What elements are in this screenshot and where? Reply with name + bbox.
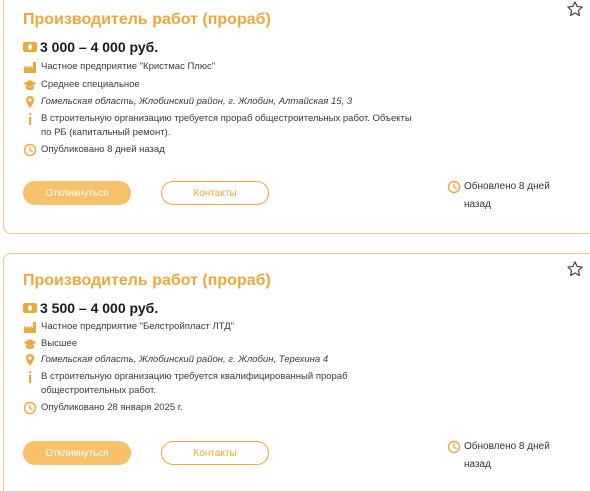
company-name: Частное предприятие "Белстройпласт ЛТД" xyxy=(41,321,235,332)
contacts-button[interactable]: Контакты xyxy=(161,441,269,465)
education-row: Высшее xyxy=(23,337,77,351)
money-icon xyxy=(23,42,37,52)
salary: 3 000 – 4 000 руб. xyxy=(23,39,158,55)
published-date: Опубликовано 28 января 2025 г. xyxy=(41,402,183,413)
description-row: В строительную организацию требуется ква… xyxy=(23,370,421,398)
description: В строительную организацию требуется ква… xyxy=(41,371,348,396)
company-row: Частное предприятие "Белстройпласт ЛТД" xyxy=(23,320,234,334)
address-row: Гомельская область, Жлобинский район, г.… xyxy=(23,353,328,367)
education-level: Среднее специальное xyxy=(41,79,140,90)
star-outline-icon[interactable] xyxy=(566,260,584,278)
company-name: Частное предприятие "Кристмас Плюс" xyxy=(41,61,216,72)
info-icon xyxy=(29,113,32,125)
address-row: Гомельская область, Жлобинский район, г.… xyxy=(23,95,352,109)
salary-value: 3 500 – 4 000 руб. xyxy=(40,300,159,316)
salary: 3 500 – 4 000 руб. xyxy=(23,300,158,316)
job-title[interactable]: Производитель работ (прораб) xyxy=(23,11,271,29)
star-outline-icon[interactable] xyxy=(566,0,584,18)
contacts-button[interactable]: Контакты xyxy=(161,181,269,205)
description-row: В строительную организацию требуется про… xyxy=(23,112,421,140)
factory-icon xyxy=(24,322,36,333)
factory-icon xyxy=(24,62,36,73)
updated-info: Обновлено 8 дней назад xyxy=(447,178,564,214)
respond-button[interactable]: Откликнуться xyxy=(23,441,131,465)
updated-info: Обновлено 8 дней назад xyxy=(447,438,564,474)
job-title[interactable]: Производитель работ (прораб) xyxy=(23,272,271,290)
info-icon xyxy=(29,371,32,383)
company-row: Частное предприятие "Кристмас Плюс" xyxy=(23,60,215,74)
job-card: Производитель работ (прораб) 3 000 – 4 0… xyxy=(3,0,590,234)
updated-text: Обновлено 8 дней назад xyxy=(464,441,550,470)
respond-button[interactable]: Откликнуться xyxy=(23,181,131,205)
clock-icon xyxy=(23,143,37,157)
description: В строительную организацию требуется про… xyxy=(41,113,412,138)
education-row: Среднее специальное xyxy=(23,78,140,92)
published-date: Опубликовано 8 дней назад xyxy=(41,144,165,155)
location-pin-icon xyxy=(26,354,34,366)
clock-icon xyxy=(447,440,461,454)
salary-value: 3 000 – 4 000 руб. xyxy=(40,39,159,55)
graduation-cap-icon xyxy=(23,339,37,350)
updated-text: Обновлено 8 дней назад xyxy=(464,181,550,210)
location-pin-icon xyxy=(26,96,34,108)
graduation-cap-icon xyxy=(23,80,37,91)
clock-icon xyxy=(447,180,461,194)
published-row: Опубликовано 28 января 2025 г. xyxy=(23,401,183,415)
job-card: Производитель работ (прораб) 3 500 – 4 0… xyxy=(3,253,590,491)
clock-icon xyxy=(23,401,37,415)
address: Гомельская область, Жлобинский район, г.… xyxy=(41,354,329,365)
published-row: Опубликовано 8 дней назад xyxy=(23,143,165,157)
money-icon xyxy=(23,303,37,313)
address: Гомельская область, Жлобинский район, г.… xyxy=(41,96,353,107)
education-level: Высшее xyxy=(41,338,78,349)
